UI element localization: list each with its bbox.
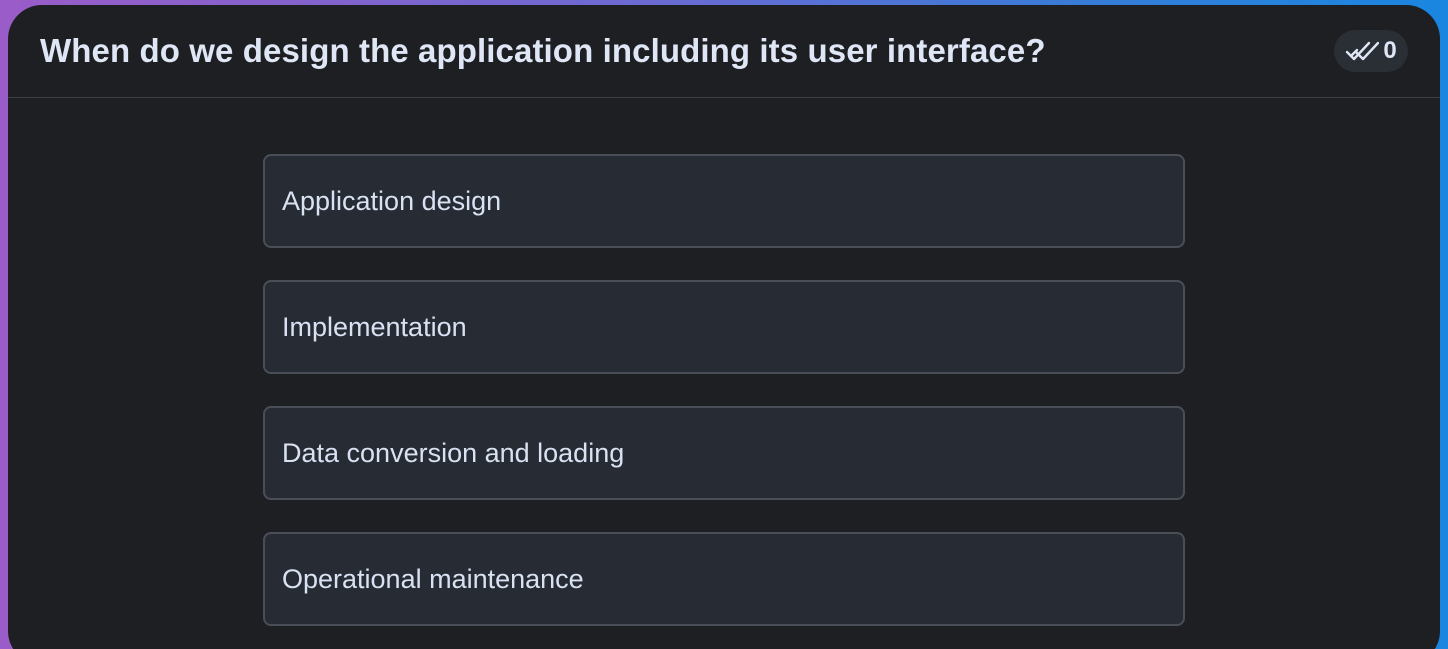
answer-option-operational-maintenance[interactable]: Operational maintenance: [263, 532, 1185, 626]
response-count-badge: 0: [1334, 30, 1408, 72]
response-count: 0: [1383, 37, 1397, 64]
answer-option-application-design[interactable]: Application design: [263, 154, 1185, 248]
answer-option-label: Operational maintenance: [282, 563, 584, 594]
answer-options: Application design Implementation Data c…: [263, 154, 1185, 649]
answer-option-label: Implementation: [282, 311, 467, 342]
answer-option-label: Application design: [282, 185, 502, 216]
question-title: When do we design the application includ…: [40, 32, 1046, 69]
answer-option-label: Data conversion and loading: [282, 437, 625, 468]
quiz-header: When do we design the application includ…: [8, 5, 1440, 98]
double-check-icon: [1345, 39, 1380, 63]
answer-option-implementation[interactable]: Implementation: [263, 280, 1185, 374]
answer-option-data-conversion[interactable]: Data conversion and loading: [263, 406, 1185, 500]
quiz-card: When do we design the application includ…: [8, 5, 1440, 649]
